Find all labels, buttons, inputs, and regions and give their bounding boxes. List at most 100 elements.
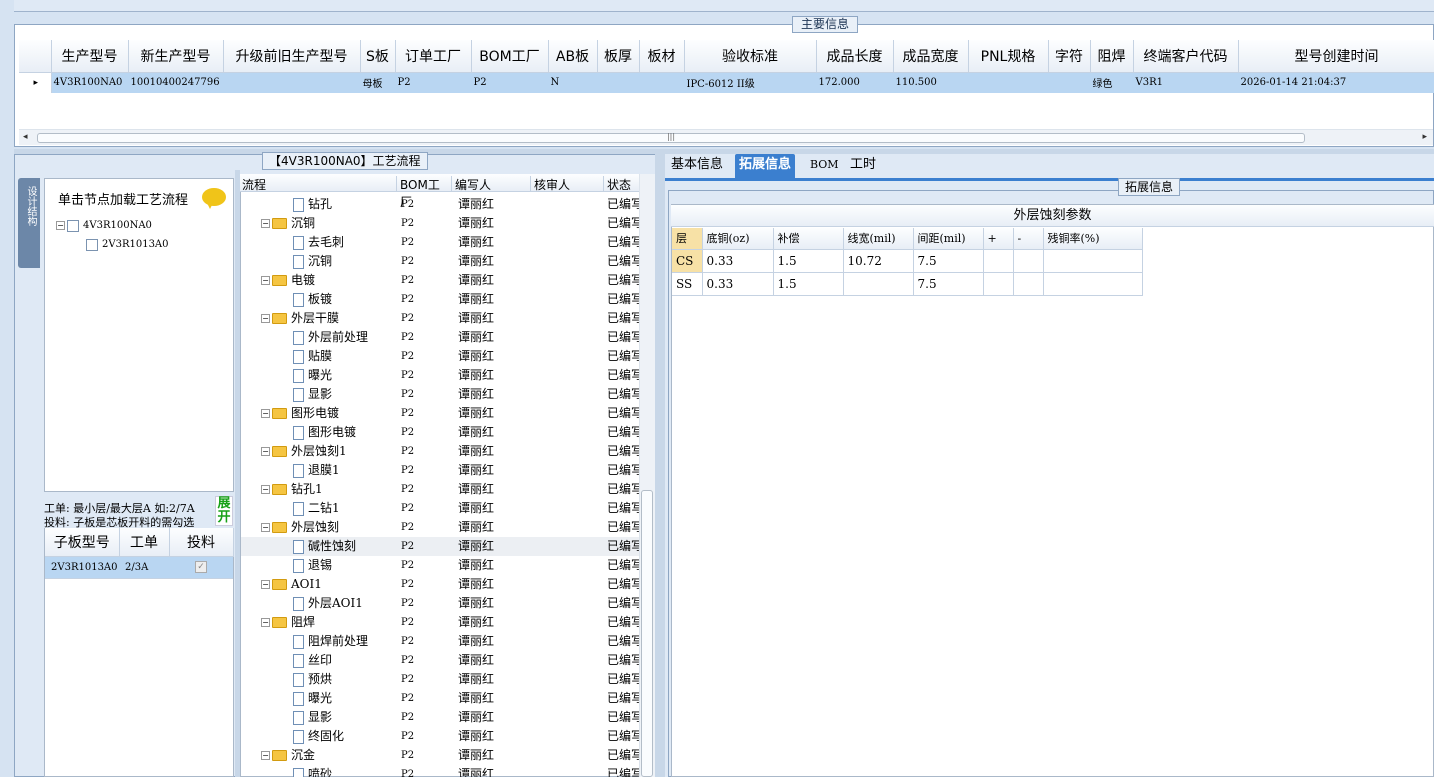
process-row[interactable]: 沉铜 P2 谭丽红 已编写 xyxy=(241,252,639,271)
etch-cell[interactable] xyxy=(983,272,1014,296)
process-row[interactable]: 曝光 P2 谭丽红 已编写 xyxy=(241,366,639,385)
etch-row[interactable]: SS 0.33 1.5 7.5 xyxy=(672,272,1143,296)
process-row[interactable]: 退膜1 P2 谭丽红 已编写 xyxy=(241,461,639,480)
main-col-10[interactable]: 成品长度 xyxy=(816,40,894,73)
etch-cell[interactable]: 0.33 xyxy=(702,249,774,273)
col-writer[interactable]: 编写人 xyxy=(453,176,531,192)
col-process[interactable]: 流程 xyxy=(240,176,397,192)
main-col-14[interactable]: 阻焊 xyxy=(1090,40,1134,73)
process-row[interactable]: − AOI1 P2 谭丽红 已编写 xyxy=(241,575,639,594)
process-row[interactable]: 去毛刺 P2 谭丽红 已编写 xyxy=(241,233,639,252)
etch-col-3[interactable]: 线宽(mil) xyxy=(843,228,914,250)
process-row[interactable]: 贴膜 P2 谭丽红 已编写 xyxy=(241,347,639,366)
col-bom-factory[interactable]: BOM工厂 xyxy=(398,176,452,209)
main-col-5[interactable]: BOM工厂 xyxy=(471,40,549,73)
etch-cell[interactable]: SS xyxy=(672,272,703,296)
etch-cell[interactable]: CS xyxy=(672,249,703,273)
collapse-icon[interactable]: − xyxy=(261,314,270,323)
collapse-icon[interactable]: − xyxy=(261,409,270,418)
etch-cell[interactable]: 1.5 xyxy=(773,249,844,273)
main-col-3[interactable]: S板 xyxy=(360,40,396,73)
process-row[interactable]: 板镀 P2 谭丽红 已编写 xyxy=(241,290,639,309)
main-col-6[interactable]: AB板 xyxy=(548,40,598,73)
sub-col-workorder[interactable]: 工单 xyxy=(119,528,170,557)
etch-cell[interactable] xyxy=(983,249,1014,273)
process-row[interactable]: 喷砂 P2 谭丽红 已编写 xyxy=(241,765,639,777)
process-row[interactable]: 图形电镀 P2 谭丽红 已编写 xyxy=(241,423,639,442)
collapse-icon[interactable]: − xyxy=(261,523,270,532)
etch-cell[interactable]: 1.5 xyxy=(773,272,844,296)
process-row[interactable]: 显影 P2 谭丽红 已编写 xyxy=(241,385,639,404)
main-col-16[interactable]: 型号创建时间 xyxy=(1238,40,1434,73)
collapse-icon[interactable]: − xyxy=(261,447,270,456)
main-col-13[interactable]: 字符 xyxy=(1048,40,1091,73)
process-row[interactable]: − 图形电镀 P2 谭丽红 已编写 xyxy=(241,404,639,423)
tree-node-child[interactable]: 2V3R1013A0 xyxy=(86,238,169,252)
process-row[interactable]: − 外层干膜 P2 谭丽红 已编写 xyxy=(241,309,639,328)
sub-board-row[interactable]: 2V3R1013A0 2/3A ✓ xyxy=(45,556,233,579)
collapse-icon[interactable]: − xyxy=(261,219,270,228)
process-row[interactable]: 外层AOI1 P2 谭丽红 已编写 xyxy=(241,594,639,613)
process-row[interactable]: − 外层蚀刻1 P2 谭丽红 已编写 xyxy=(241,442,639,461)
tree-node-root[interactable]: − 4V3R100NA0 xyxy=(56,219,152,233)
etch-col-1[interactable]: 底铜(oz) xyxy=(702,228,774,250)
collapse-icon[interactable]: − xyxy=(261,618,270,627)
etch-cell[interactable] xyxy=(1043,272,1143,296)
collapse-icon[interactable]: − xyxy=(56,221,65,230)
etch-col-4[interactable]: 间距(mil) xyxy=(913,228,984,250)
sub-col-model[interactable]: 子板型号 xyxy=(45,528,120,557)
process-row[interactable]: 碱性蚀刻 P2 谭丽红 已编写 xyxy=(241,537,639,556)
process-row[interactable]: − 钻孔1 P2 谭丽红 已编写 xyxy=(241,480,639,499)
tab-basic-info[interactable]: 基本信息 xyxy=(667,154,727,178)
etch-cell[interactable] xyxy=(1043,249,1143,273)
etch-row[interactable]: CS 0.33 1.5 10.72 7.5 xyxy=(672,249,1143,273)
scroll-thumb[interactable]: ||| xyxy=(37,133,1305,143)
main-col-11[interactable]: 成品宽度 xyxy=(893,40,969,73)
main-col-8[interactable]: 板材 xyxy=(639,40,685,73)
etch-col-2[interactable]: 补偿 xyxy=(773,228,844,250)
etch-cell[interactable]: 10.72 xyxy=(843,249,914,273)
horizontal-scrollbar[interactable]: ◂ ||| ▸ xyxy=(19,129,1433,145)
process-row[interactable]: 显影 P2 谭丽红 已编写 xyxy=(241,708,639,727)
etch-col-5[interactable]: + xyxy=(983,228,1014,250)
main-col-15[interactable]: 终端客户代码 xyxy=(1133,40,1239,73)
collapse-icon[interactable]: − xyxy=(261,580,270,589)
tab-extended-info[interactable]: 拓展信息 xyxy=(735,154,796,178)
main-grid-row[interactable]: ▸ 4V3R100NA0 10010400247796 母板 P2 P2 N IPC-601… xyxy=(19,72,1434,93)
etch-cell[interactable] xyxy=(843,272,914,296)
process-row[interactable]: − 阻焊 P2 谭丽红 已编写 xyxy=(241,613,639,632)
sub-col-feed[interactable]: 投料 xyxy=(169,528,234,557)
col-reviewer[interactable]: 核审人 xyxy=(532,176,604,192)
collapse-icon[interactable]: − xyxy=(261,485,270,494)
tab-bom[interactable]: BOM xyxy=(806,154,843,178)
etch-col-0[interactable]: 层 xyxy=(672,228,703,250)
process-row[interactable]: 阻焊前处理 P2 谭丽红 已编写 xyxy=(241,632,639,651)
process-row[interactable]: 预烘 P2 谭丽红 已编写 xyxy=(241,670,639,689)
process-scroll-thumb[interactable] xyxy=(641,490,653,777)
sub-cell-feed[interactable]: ✓ xyxy=(169,556,233,579)
process-row[interactable]: − 外层蚀刻 P2 谭丽红 已编写 xyxy=(241,518,639,537)
feed-checkbox[interactable]: ✓ xyxy=(195,561,207,573)
process-row[interactable]: 钻孔 P2 谭丽红 已编写 xyxy=(241,195,639,214)
etch-cell[interactable]: 7.5 xyxy=(913,272,984,296)
vertical-splitter-right[interactable] xyxy=(655,154,665,777)
tab-work-hours[interactable]: 工时 xyxy=(846,154,880,178)
process-row[interactable]: 曝光 P2 谭丽红 已编写 xyxy=(241,689,639,708)
etch-cell[interactable] xyxy=(1013,249,1044,273)
etch-cell[interactable]: 7.5 xyxy=(913,249,984,273)
main-col-7[interactable]: 板厚 xyxy=(597,40,640,73)
etch-cell[interactable]: 0.33 xyxy=(702,272,774,296)
main-col-12[interactable]: PNL规格 xyxy=(968,40,1049,73)
etch-cell[interactable] xyxy=(1013,272,1044,296)
etch-col-6[interactable]: - xyxy=(1013,228,1044,250)
process-row[interactable]: 终固化 P2 谭丽红 已编写 xyxy=(241,727,639,746)
process-row[interactable]: 丝印 P2 谭丽红 已编写 xyxy=(241,651,639,670)
main-col-0[interactable]: 生产型号 xyxy=(51,40,129,73)
scroll-right-icon[interactable]: ▸ xyxy=(1422,132,1427,142)
main-col-1[interactable]: 新生产型号 xyxy=(128,40,224,73)
main-col-2[interactable]: 升级前旧生产型号 xyxy=(223,40,361,73)
expand-button[interactable]: 展开 xyxy=(215,496,233,526)
main-col-4[interactable]: 订单工厂 xyxy=(395,40,472,73)
process-row[interactable]: − 沉铜 P2 谭丽红 已编写 xyxy=(241,214,639,233)
main-col-9[interactable]: 验收标准 xyxy=(684,40,817,73)
